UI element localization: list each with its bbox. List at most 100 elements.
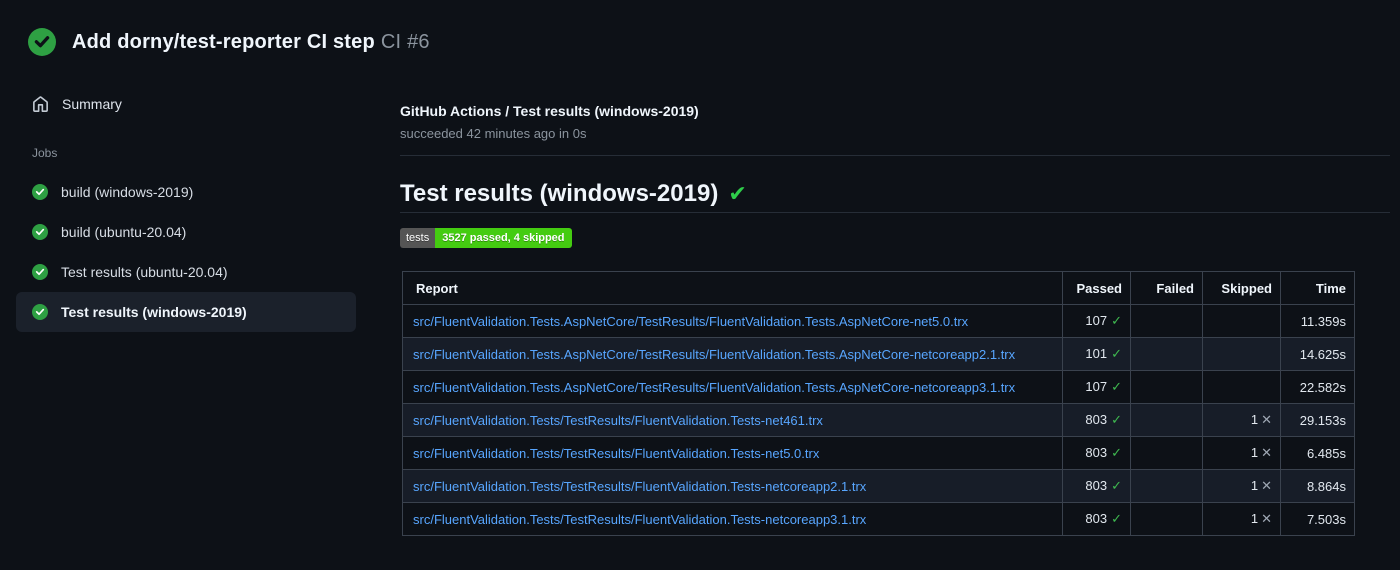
passed-count: 803	[1085, 478, 1108, 493]
passed-count: 107	[1085, 379, 1108, 394]
failed-cell	[1130, 304, 1203, 338]
job-label: build (ubuntu-20.04)	[61, 224, 187, 240]
skipped-count: 1	[1250, 412, 1259, 427]
report-link[interactable]: src/FluentValidation.Tests.AspNetCore/Te…	[413, 380, 1015, 395]
passed-count: 803	[1085, 445, 1108, 460]
report-cell: src/FluentValidation.Tests.AspNetCore/Te…	[402, 337, 1063, 371]
report-link[interactable]: src/FluentValidation.Tests/TestResults/F…	[413, 413, 823, 428]
divider	[400, 155, 1390, 156]
check-success-icon	[32, 264, 48, 280]
check-icon: ✓	[1111, 511, 1122, 526]
time-cell: 14.625s	[1280, 337, 1355, 371]
table-row: src/FluentValidation.Tests/TestResults/F…	[402, 502, 1355, 536]
passed-cell: 101 ✓	[1062, 337, 1131, 371]
time-value: 6.485s	[1306, 445, 1346, 461]
report-link[interactable]: src/FluentValidation.Tests/TestResults/F…	[413, 479, 866, 494]
job-list: build (windows-2019) build (ubuntu-20.04)…	[16, 172, 356, 332]
column-header: Failed	[1130, 271, 1203, 305]
column-header: Report	[402, 271, 1063, 305]
failed-cell	[1130, 436, 1203, 470]
report-link[interactable]: src/FluentValidation.Tests/TestResults/F…	[413, 512, 866, 527]
passed-count: 803	[1085, 412, 1108, 427]
skipped-count: 1	[1250, 445, 1259, 460]
check-success-icon	[32, 304, 48, 320]
jobs-section-label: Jobs	[32, 146, 58, 160]
check-icon: ✓	[1111, 346, 1122, 361]
passed-cell: 803 ✓	[1062, 469, 1131, 503]
passed-count: 101	[1085, 346, 1108, 361]
tests-badge: tests 3527 passed, 4 skipped	[400, 228, 572, 248]
passed-cell: 803 ✓	[1062, 403, 1131, 437]
table-row: src/FluentValidation.Tests/TestResults/F…	[402, 403, 1355, 437]
cross-icon: ✕	[1261, 511, 1272, 526]
time-value: 22.582s	[1299, 379, 1346, 395]
check-icon: ✓	[1111, 478, 1122, 493]
column-header: Skipped	[1202, 271, 1281, 305]
sidebar-job-item[interactable]: build (windows-2019)	[16, 172, 356, 212]
failed-cell	[1130, 337, 1203, 371]
test-results-table: Report Passed Failed Skipped Time src/Fluent…	[402, 271, 1355, 536]
passed-count: 803	[1085, 511, 1108, 526]
job-label: build (windows-2019)	[61, 184, 194, 200]
report-cell: src/FluentValidation.Tests/TestResults/F…	[402, 436, 1063, 470]
check-run-title: GitHub Actions / Test results (windows-2…	[400, 103, 699, 119]
passed-count: 107	[1085, 313, 1108, 328]
report-cell: src/FluentValidation.Tests/TestResults/F…	[402, 502, 1063, 536]
skipped-cell: 1 ✕	[1202, 469, 1281, 503]
column-header: Time	[1280, 271, 1355, 305]
check-success-icon	[32, 224, 48, 240]
time-cell: 8.864s	[1280, 469, 1355, 503]
skipped-cell	[1202, 304, 1281, 338]
time-value: 7.503s	[1306, 511, 1346, 527]
sidebar-item-summary[interactable]: Summary	[16, 86, 356, 122]
badge-label: tests	[400, 228, 436, 248]
report-cell: src/FluentValidation.Tests/TestResults/F…	[402, 469, 1063, 503]
report-cell: src/FluentValidation.Tests/TestResults/F…	[402, 403, 1063, 437]
home-icon	[33, 95, 48, 112]
report-heading-text: Test results (windows-2019)	[400, 180, 719, 207]
passed-cell: 803 ✓	[1062, 436, 1131, 470]
table-header-row: Report Passed Failed Skipped Time	[402, 271, 1355, 305]
check-success-icon	[32, 184, 48, 200]
table-row: src/FluentValidation.Tests/TestResults/F…	[402, 436, 1355, 470]
skipped-count: 1	[1250, 511, 1259, 526]
skipped-cell: 1 ✕	[1202, 403, 1281, 437]
check-icon: ✓	[1111, 379, 1122, 394]
time-cell: 29.153s	[1280, 403, 1355, 437]
failed-cell	[1130, 469, 1203, 503]
table-row: src/FluentValidation.Tests.AspNetCore/Te…	[402, 304, 1355, 338]
check-icon: ✓	[1111, 313, 1122, 328]
job-label: Test results (ubuntu-20.04)	[61, 264, 228, 280]
report-link[interactable]: src/FluentValidation.Tests/TestResults/F…	[413, 446, 819, 461]
sidebar-job-item[interactable]: Test results (windows-2019)	[16, 292, 356, 332]
cross-icon: ✕	[1261, 445, 1272, 460]
passed-cell: 803 ✓	[1062, 502, 1131, 536]
time-value: 8.864s	[1306, 478, 1346, 494]
report-cell: src/FluentValidation.Tests.AspNetCore/Te…	[402, 370, 1063, 404]
check-run-panel: GitHub Actions / Test results (windows-2…	[400, 0, 1390, 570]
table-row: src/FluentValidation.Tests.AspNetCore/Te…	[402, 337, 1355, 371]
job-label: Test results (windows-2019)	[61, 304, 247, 320]
failed-cell	[1130, 502, 1203, 536]
sidebar: Summary Jobs build (windows-2019) build (…	[0, 0, 380, 570]
time-cell: 6.485s	[1280, 436, 1355, 470]
report-link[interactable]: src/FluentValidation.Tests.AspNetCore/Te…	[413, 314, 968, 329]
skipped-cell	[1202, 337, 1281, 371]
time-cell: 7.503s	[1280, 502, 1355, 536]
sidebar-job-item[interactable]: build (ubuntu-20.04)	[16, 212, 356, 252]
passed-cell: 107 ✓	[1062, 304, 1131, 338]
report-link[interactable]: src/FluentValidation.Tests.AspNetCore/Te…	[413, 347, 1015, 362]
skipped-cell: 1 ✕	[1202, 436, 1281, 470]
report-cell: src/FluentValidation.Tests.AspNetCore/Te…	[402, 304, 1063, 338]
skipped-count: 1	[1250, 478, 1259, 493]
summary-label: Summary	[62, 96, 122, 112]
success-check-icon: ✔	[728, 181, 747, 206]
failed-cell	[1130, 403, 1203, 437]
check-icon: ✓	[1111, 412, 1122, 427]
time-value: 14.625s	[1299, 346, 1346, 362]
cross-icon: ✕	[1261, 412, 1272, 427]
time-value: 11.359s	[1300, 313, 1346, 329]
sidebar-job-item[interactable]: Test results (ubuntu-20.04)	[16, 252, 356, 292]
failed-cell	[1130, 370, 1203, 404]
check-icon: ✓	[1111, 445, 1122, 460]
